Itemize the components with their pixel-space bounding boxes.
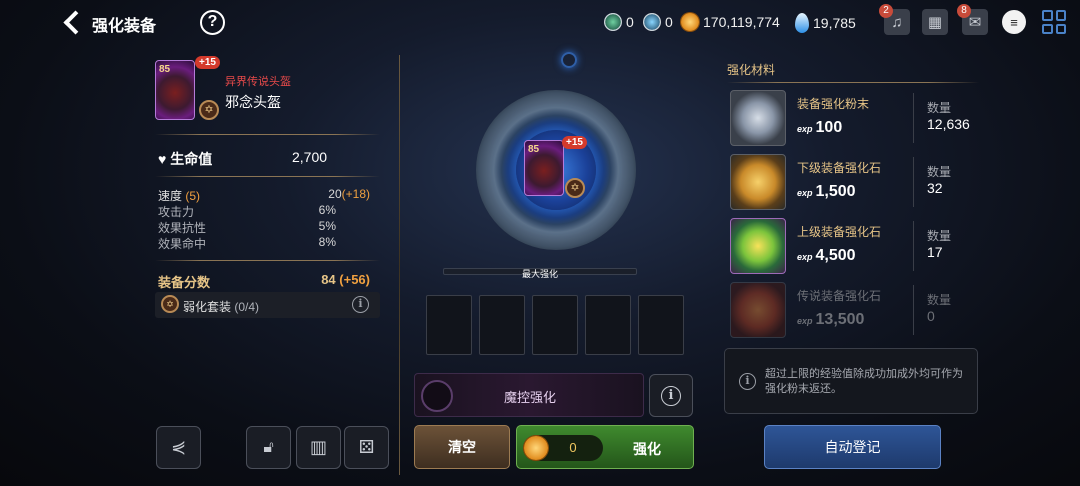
- divider: [155, 134, 380, 135]
- powder-icon: [730, 90, 786, 146]
- stat-speed-value: 20(+18): [328, 187, 370, 201]
- set-icon: ✡: [161, 295, 179, 313]
- score-label: 装备分数: [158, 275, 211, 290]
- gold-coin-icon: [681, 13, 699, 31]
- plus-badge: +15: [195, 56, 220, 69]
- divider: [727, 82, 979, 83]
- notice-info-icon: i: [739, 373, 756, 390]
- magic-info-button[interactable]: i: [649, 374, 693, 417]
- material-slot-3[interactable]: [532, 295, 578, 355]
- magic-enhance-button[interactable]: 魔控强化: [414, 373, 644, 417]
- set-info-icon[interactable]: i: [352, 296, 369, 313]
- stat-attack-value: 6%: [318, 203, 336, 217]
- currency-crystal[interactable]: 19,785: [795, 13, 856, 33]
- blue-token-icon: [643, 13, 661, 31]
- bell-button[interactable]: 2 ♫: [879, 4, 910, 35]
- unlock-icon: 🔓︎: [263, 438, 274, 456]
- material-row[interactable]: 下级装备强化石 exp 1,500 数量 32: [727, 153, 979, 211]
- seal-icon: ✡: [199, 100, 219, 120]
- enhance-cost: 0: [569, 440, 577, 455]
- main-stat-value: 2,700: [292, 149, 328, 165]
- main-stat-label: ♥ 生命值: [158, 151, 213, 167]
- help-icon[interactable]: ?: [200, 10, 225, 35]
- lock-button[interactable]: 🔓︎: [246, 426, 291, 469]
- info-icon: i: [661, 385, 681, 406]
- bell-icon: ♫: [891, 13, 903, 31]
- material-row[interactable]: 装备强化粉末 exp 100 数量 12,636: [727, 89, 979, 147]
- upper-stone-icon: [730, 218, 786, 274]
- item-name: 邪念头盔: [225, 94, 281, 110]
- dice-button[interactable]: ⚄: [344, 426, 389, 469]
- notice-box: i 超过上限的经验值除成功加成外均可作为强化粉末返还。: [724, 348, 978, 414]
- auto-register-button[interactable]: 自动登记: [764, 425, 941, 469]
- material-row[interactable]: 传说装备强化石 exp 13,500 数量 0: [727, 281, 979, 339]
- stat-attack-label: 攻击力: [158, 205, 195, 219]
- item-icon[interactable]: 85: [155, 60, 195, 120]
- stat-resist-label: 效果抗性: [158, 221, 207, 235]
- material-slot-5[interactable]: [638, 295, 684, 355]
- material-slot-1[interactable]: [426, 295, 472, 355]
- chat-icon: ≡: [1010, 14, 1018, 30]
- stat-accuracy-value: 8%: [318, 235, 336, 249]
- divider-vertical: [399, 55, 400, 475]
- currency-gold[interactable]: 170,119,774: [681, 13, 780, 31]
- currency-blue-token: 0: [643, 13, 673, 31]
- enhance-button[interactable]: 0 强化: [516, 425, 694, 469]
- castle-button[interactable]: ▦: [922, 9, 948, 35]
- center-seal-icon: ✡: [565, 178, 585, 198]
- delete-button[interactable]: ▥: [296, 426, 341, 469]
- legend-stone-icon: [730, 282, 786, 338]
- page-title: 强化装备: [92, 18, 157, 35]
- stat-speed-label: 速度 (5): [158, 189, 201, 203]
- set-row[interactable]: ✡ 弱化套装 (0/4) i: [155, 292, 380, 318]
- material-slot-4[interactable]: [585, 295, 631, 355]
- mail-icon: ✉: [968, 14, 982, 31]
- center-plus-badge: +15: [562, 136, 587, 149]
- back-button[interactable]: [58, 8, 86, 36]
- divider: [155, 176, 380, 177]
- crystal-icon: [795, 13, 809, 33]
- trash-icon: ▥: [309, 437, 327, 457]
- castle-icon: ▦: [927, 14, 943, 31]
- materials-title: 强化材料: [727, 63, 776, 77]
- heart-icon: ♥: [158, 151, 167, 167]
- glow-orb: [561, 52, 577, 68]
- green-token-icon: [604, 13, 622, 31]
- dice-icon: ⚄: [358, 437, 375, 457]
- grid-menu-icon[interactable]: [1042, 10, 1066, 34]
- material-row[interactable]: 上级装备强化石 exp 4,500 数量 17: [727, 217, 979, 275]
- score-value: 84 (+56): [321, 272, 370, 287]
- gold-coin-icon: [524, 436, 548, 460]
- share-icon: ⋞: [170, 437, 187, 457]
- share-button[interactable]: ⋞: [156, 426, 201, 469]
- clear-button[interactable]: 清空: [414, 425, 510, 469]
- mail-button[interactable]: 8 ✉: [957, 4, 988, 35]
- lower-stone-icon: [730, 154, 786, 210]
- stat-resist-value: 5%: [318, 219, 336, 233]
- center-item-icon[interactable]: 85: [524, 140, 564, 196]
- stat-accuracy-label: 效果命中: [158, 237, 207, 251]
- material-slot-2[interactable]: [479, 295, 525, 355]
- divider: [155, 260, 380, 261]
- max-label: 最大强化: [521, 269, 558, 279]
- chat-button[interactable]: ≡: [1002, 10, 1026, 34]
- currency-green-token: 0: [604, 13, 634, 31]
- item-type: 异界传说头盔: [225, 76, 291, 88]
